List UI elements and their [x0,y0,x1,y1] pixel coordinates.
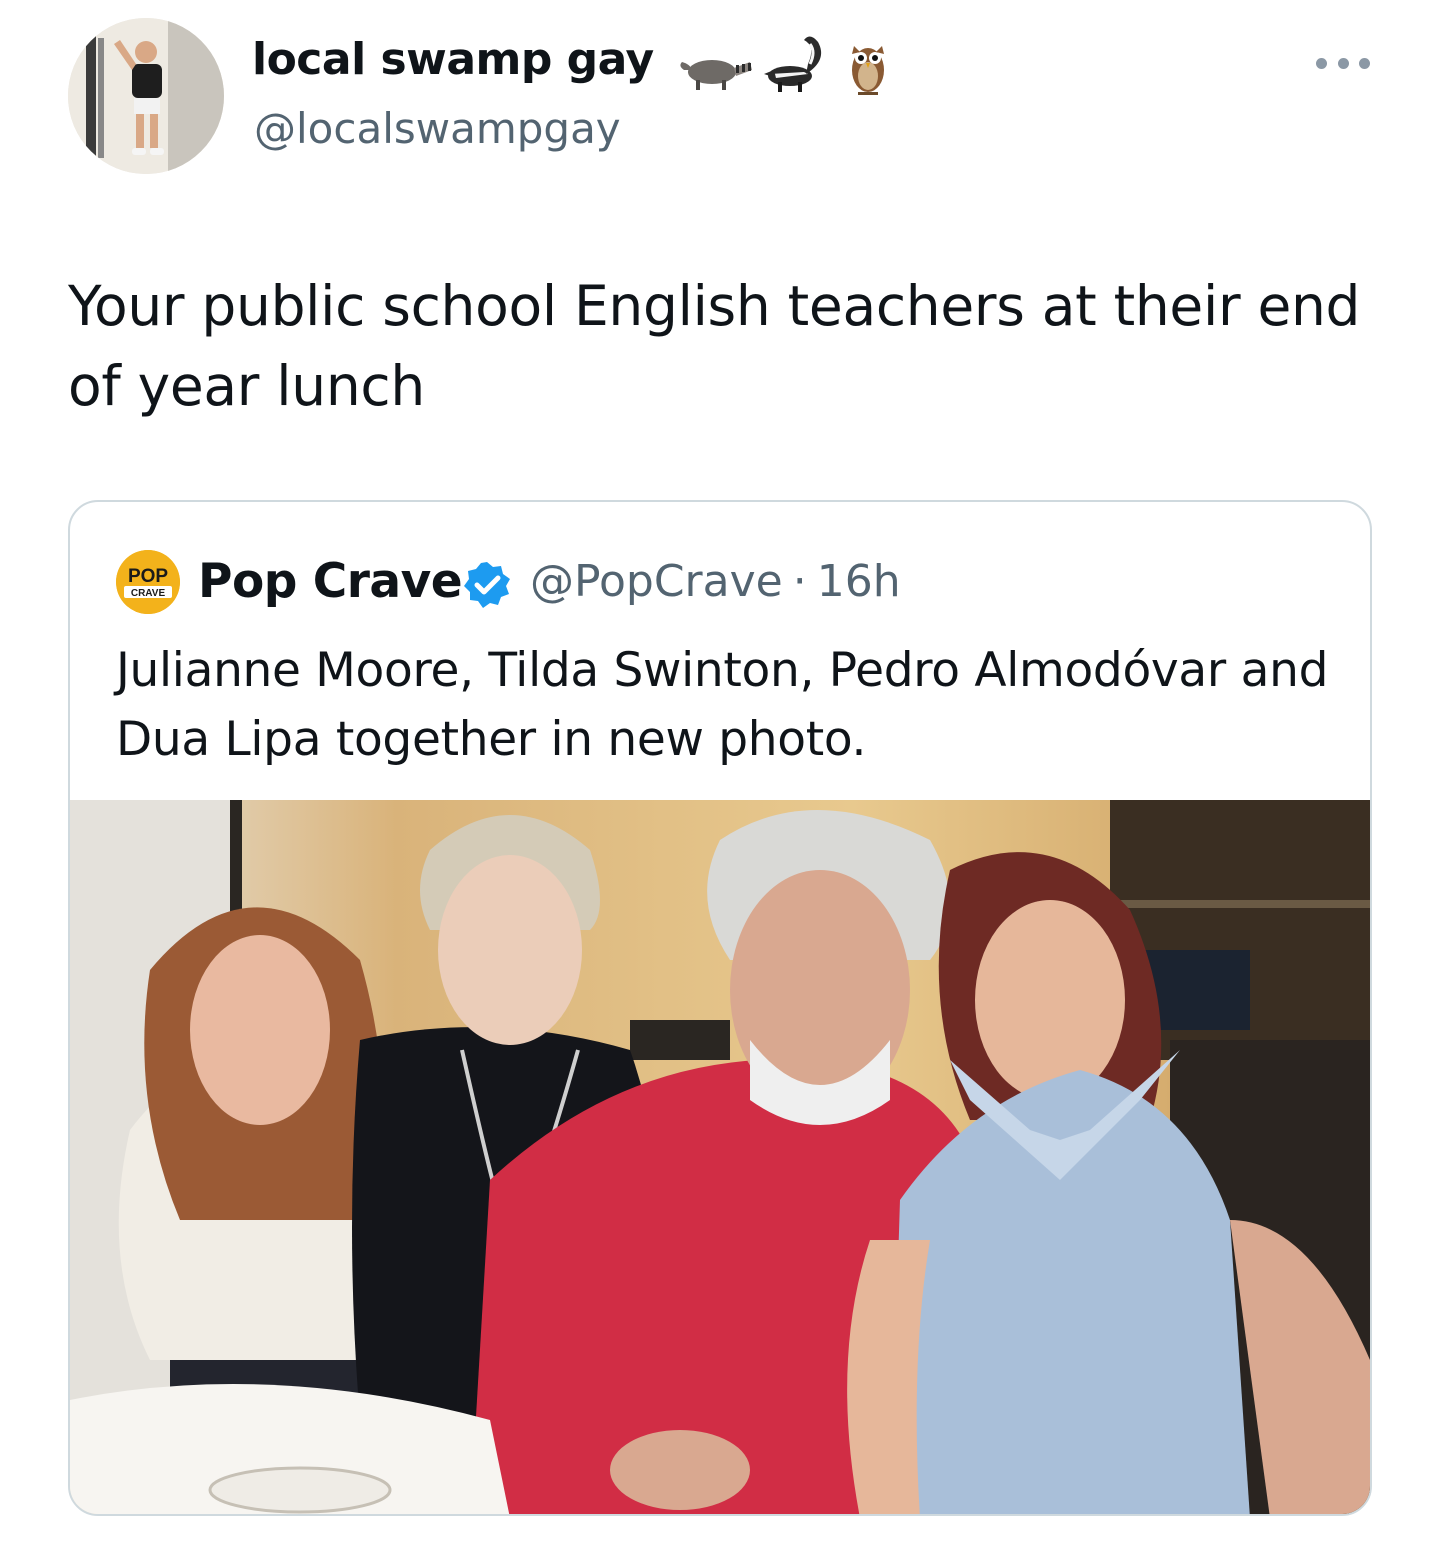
author-avatar[interactable] [68,18,224,174]
quoted-handle[interactable]: @PopCrave [530,556,783,607]
quoted-author-name[interactable]: Pop Crave [198,554,463,609]
skunk-icon [764,36,822,92]
quoted-text: Julianne Moore, Tilda Swinton, Pedro Alm… [116,643,1329,767]
author-handle[interactable]: @localswampgay [254,104,621,153]
logo-text-top: POP [128,566,168,587]
avatar-image [68,18,224,174]
tweet-text: Your public school English teachers at t… [68,274,1361,418]
name-emojis [678,30,890,100]
meta-separator: · [792,556,807,607]
tweet: local swamp gay @localswampgay Your publ… [0,0,1440,1547]
quoted-meta: @PopCrave · 16h [530,556,901,607]
author-display-name[interactable]: local swamp gay [252,34,654,85]
quoted-photo[interactable] [70,800,1370,1514]
more-options-icon[interactable] [1316,54,1370,72]
raccoon-icon [680,60,752,90]
more-dot [1337,57,1349,69]
more-dot [1316,57,1327,69]
more-dot [1359,57,1370,69]
quoted-time[interactable]: 16h [817,556,901,607]
verified-badge-icon [464,562,510,608]
logo-text-bottom: CRAVE [131,588,166,599]
owl-icon [852,46,884,95]
pop-crave-logo[interactable]: POP CRAVE [116,550,180,614]
quoted-tweet[interactable]: POP CRAVE Pop Crave @PopCrave · 16h Julian… [68,500,1372,1516]
